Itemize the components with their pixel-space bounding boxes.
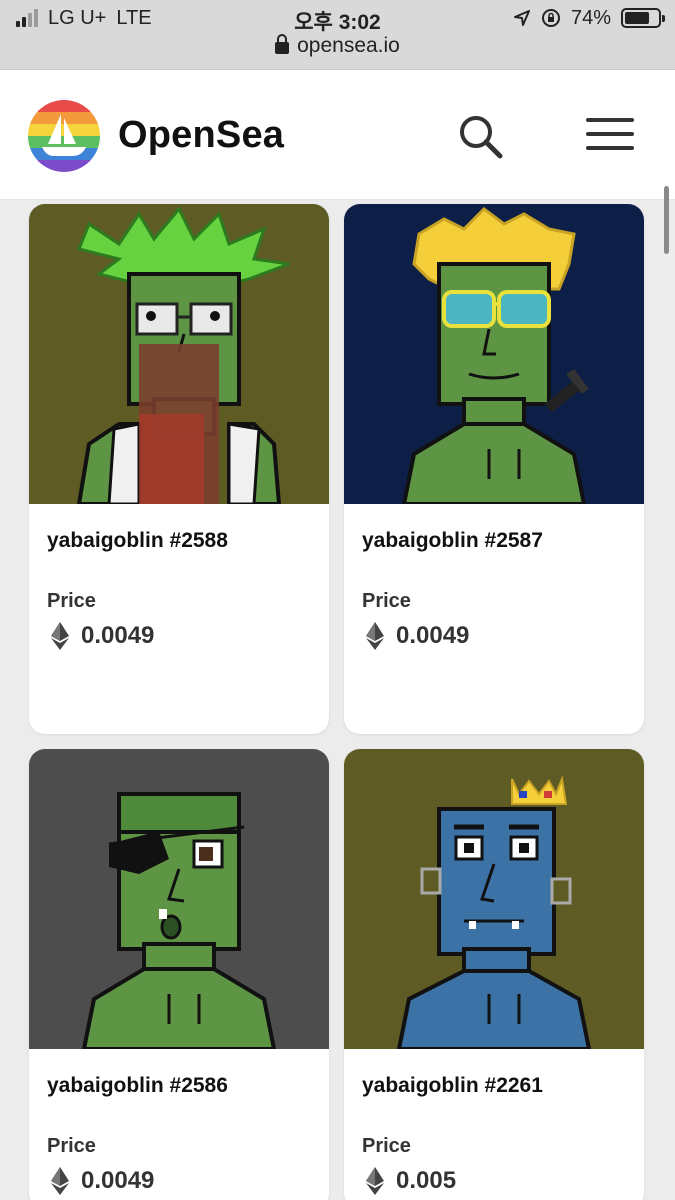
price-label: Price: [362, 1135, 411, 1157]
status-bar: LG U+ LTE 오후 3:02 74% opensea.io: [0, 0, 675, 70]
url-text: opensea.io: [297, 34, 400, 57]
asset-card[interactable]: yabaigoblin #2588 Price 0.0049: [29, 204, 329, 734]
hamburger-menu-icon[interactable]: [586, 118, 634, 154]
ethereum-icon: [366, 622, 384, 650]
asset-card[interactable]: yabaigoblin #2586 Price 0.0049: [29, 749, 329, 1200]
price-row: 0.0049: [51, 622, 154, 650]
ethereum-icon: [366, 1167, 384, 1195]
asset-name[interactable]: yabaigoblin #2586: [47, 1074, 228, 1098]
goblin-2587-image: [344, 204, 644, 504]
goblin-2588-image: [29, 204, 329, 504]
asset-name[interactable]: yabaigoblin #2587: [362, 529, 543, 553]
opensea-logo[interactable]: [28, 100, 100, 172]
goblin-2586-image: [29, 749, 329, 1049]
price-value: 0.005: [396, 1167, 457, 1194]
asset-grid: yabaigoblin #2588 Price 0.0049 yabaigobl…: [0, 200, 675, 1200]
battery-icon: [621, 8, 665, 28]
price-label: Price: [47, 590, 96, 612]
rotation-lock-icon: [541, 9, 560, 27]
asset-card[interactable]: yabaigoblin #2261 Price 0.005: [344, 749, 644, 1200]
price-label: Price: [47, 1135, 96, 1157]
price-value: 0.0049: [81, 622, 155, 649]
goblin-2261-image: [344, 749, 644, 1049]
location-arrow-icon: [513, 10, 530, 26]
price-row: 0.0049: [51, 1167, 154, 1195]
price-row: 0.005: [366, 1167, 456, 1195]
asset-card[interactable]: yabaigoblin #2587 Price 0.0049: [344, 204, 644, 734]
asset-name[interactable]: yabaigoblin #2588: [47, 529, 228, 553]
price-row: 0.0049: [366, 622, 469, 650]
address-bar[interactable]: opensea.io: [0, 34, 675, 58]
status-right: 74%: [513, 6, 665, 30]
price-value: 0.0049: [81, 1167, 155, 1194]
asset-name[interactable]: yabaigoblin #2261: [362, 1074, 543, 1098]
lock-icon: [275, 34, 290, 54]
battery-percent: 74%: [570, 6, 611, 29]
search-icon: [460, 116, 503, 159]
price-label: Price: [362, 590, 411, 612]
site-header: OpenSea: [0, 70, 675, 200]
price-value: 0.0049: [396, 622, 470, 649]
ethereum-icon: [51, 1167, 69, 1195]
ethereum-icon: [51, 622, 69, 650]
search-button[interactable]: [456, 112, 504, 160]
brand-name[interactable]: OpenSea: [118, 114, 284, 157]
